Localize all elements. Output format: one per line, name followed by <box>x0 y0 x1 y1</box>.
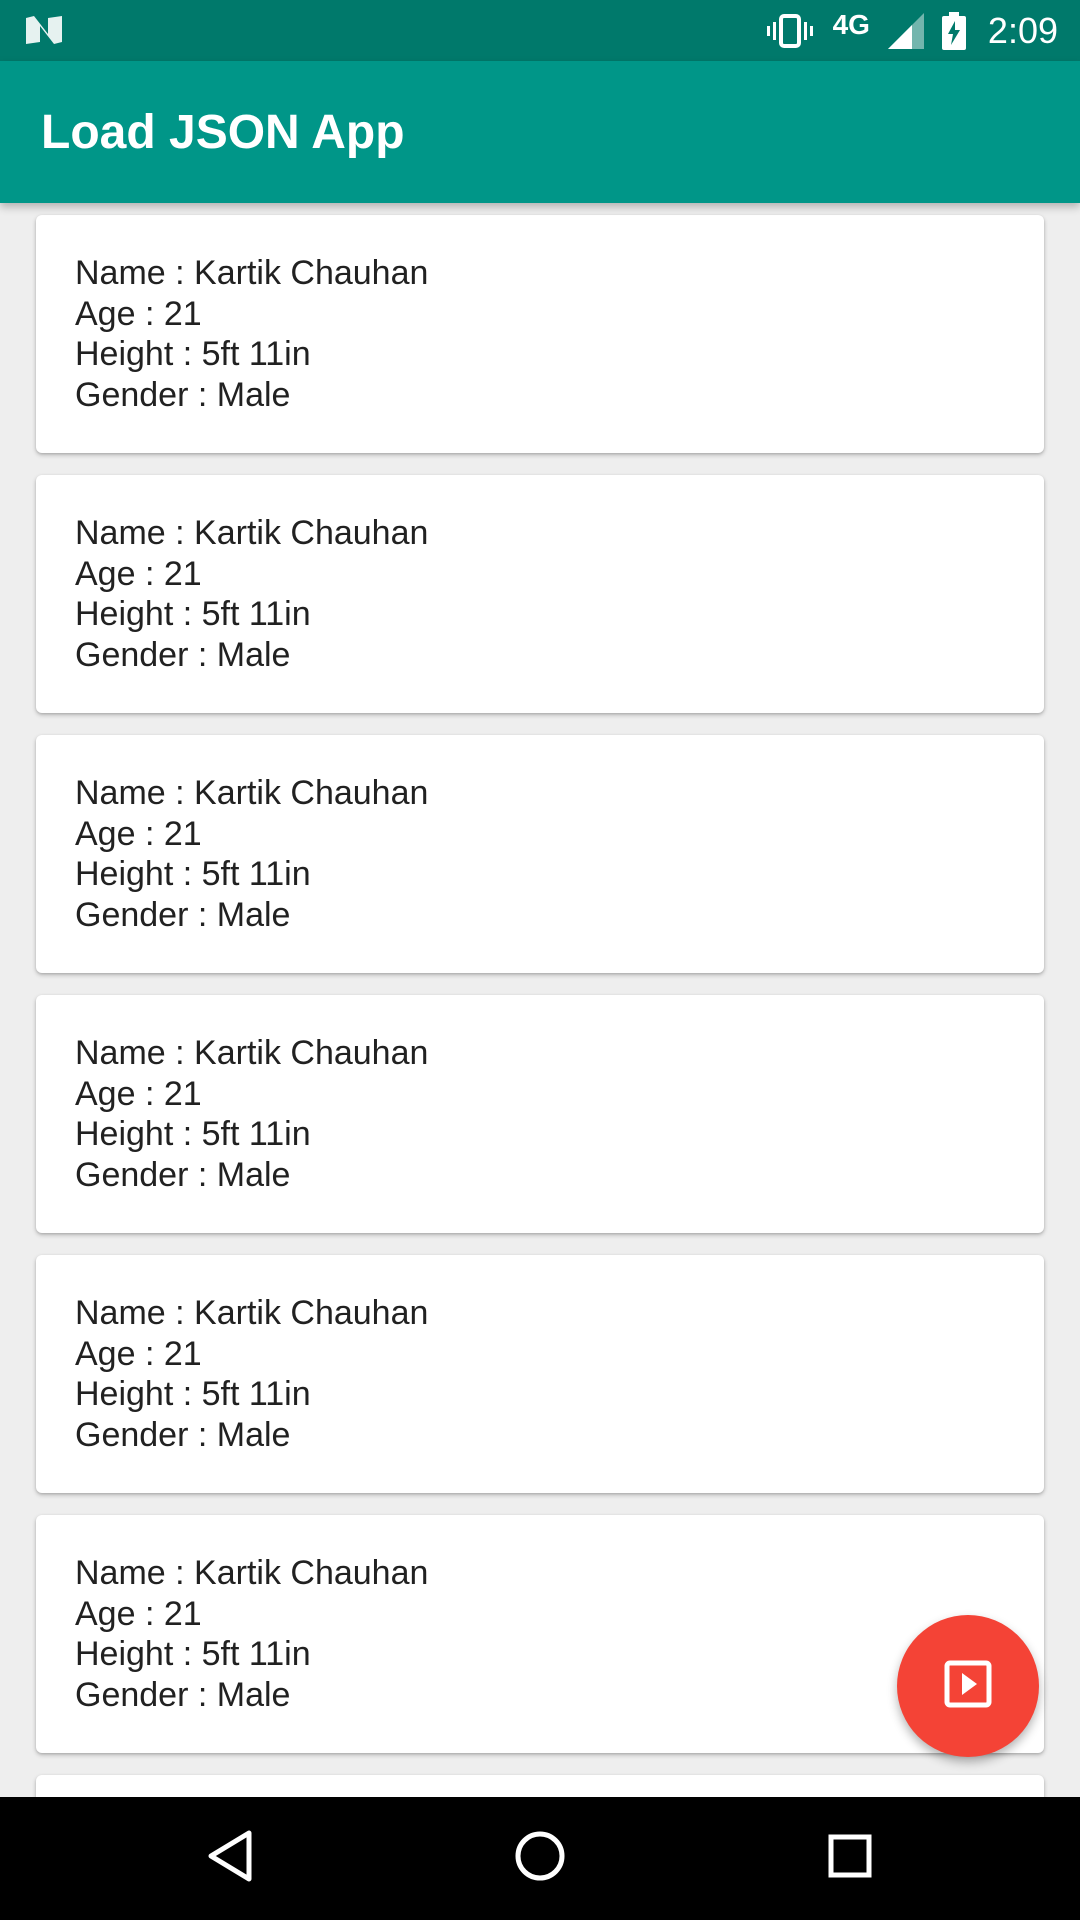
vibrate-icon <box>766 13 813 48</box>
person-name: Name : Kartik Chauhan <box>75 774 429 812</box>
person-gender: Gender : Male <box>75 896 291 935</box>
person-height: Height : 5ft 11in <box>75 1115 311 1154</box>
load-fab-button[interactable] <box>897 1615 1039 1757</box>
person-age: Age : 21 <box>75 1334 202 1373</box>
person-name: Name : Kartik Chauhan <box>75 1554 429 1592</box>
person-card[interactable]: Name : Kartik Chauhan Age : 21 Height : … <box>36 995 1044 1233</box>
person-height: Height : 5ft 11in <box>75 335 311 374</box>
play-icon <box>944 1660 992 1713</box>
home-icon <box>514 1830 566 1887</box>
person-gender: Gender : Male <box>75 636 291 675</box>
person-card[interactable]: Name : Kartik Chauhan Age : 21 Height : … <box>36 215 1044 453</box>
clock: 2:09 <box>987 9 1058 51</box>
back-button[interactable] <box>170 1797 290 1920</box>
person-name: Name : Kartik Chauhan <box>75 254 429 292</box>
battery-charging-icon <box>941 11 966 50</box>
person-age: Age : 21 <box>75 1074 202 1113</box>
person-card[interactable]: Name : Kartik Chauhan Age : 21 Height : … <box>36 1255 1044 1493</box>
person-height: Height : 5ft 11in <box>75 1375 311 1414</box>
app-title: Load JSON App <box>41 105 405 159</box>
person-card[interactable]: Name : Kartik Chauhan Age : 21 Height : … <box>36 735 1044 973</box>
person-name: Name : Kartik Chauhan <box>75 1294 429 1332</box>
n-logo-icon <box>24 14 64 46</box>
person-name: Name : Kartik Chauhan <box>75 514 429 552</box>
status-bar: 4G 2:09 <box>0 0 1080 61</box>
signal-icon <box>887 12 924 49</box>
person-age: Age : 21 <box>75 294 202 333</box>
person-gender: Gender : Male <box>75 1416 291 1455</box>
person-gender: Gender : Male <box>75 1676 291 1715</box>
recents-icon <box>827 1833 873 1884</box>
network-type: 4G <box>832 8 870 40</box>
person-height: Height : 5ft 11in <box>75 1635 311 1674</box>
app-bar: Load JSON App <box>0 61 1080 203</box>
home-button[interactable] <box>480 1797 600 1920</box>
back-icon <box>205 1829 255 1888</box>
person-gender: Gender : Male <box>75 376 291 415</box>
person-list[interactable]: Name : Kartik Chauhan Age : 21 Height : … <box>0 203 1080 1797</box>
person-card-partial[interactable] <box>36 1775 1044 1797</box>
person-height: Height : 5ft 11in <box>75 855 311 894</box>
person-card[interactable]: Name : Kartik Chauhan Age : 21 Height : … <box>36 1515 1044 1753</box>
navigation-bar <box>0 1797 1080 1920</box>
recents-button[interactable] <box>790 1797 910 1920</box>
person-age: Age : 21 <box>75 554 202 593</box>
person-card[interactable]: Name : Kartik Chauhan Age : 21 Height : … <box>36 475 1044 713</box>
person-age: Age : 21 <box>75 1594 202 1633</box>
person-height: Height : 5ft 11in <box>75 595 311 634</box>
person-gender: Gender : Male <box>75 1156 291 1195</box>
person-age: Age : 21 <box>75 814 202 853</box>
person-name: Name : Kartik Chauhan <box>75 1034 429 1072</box>
